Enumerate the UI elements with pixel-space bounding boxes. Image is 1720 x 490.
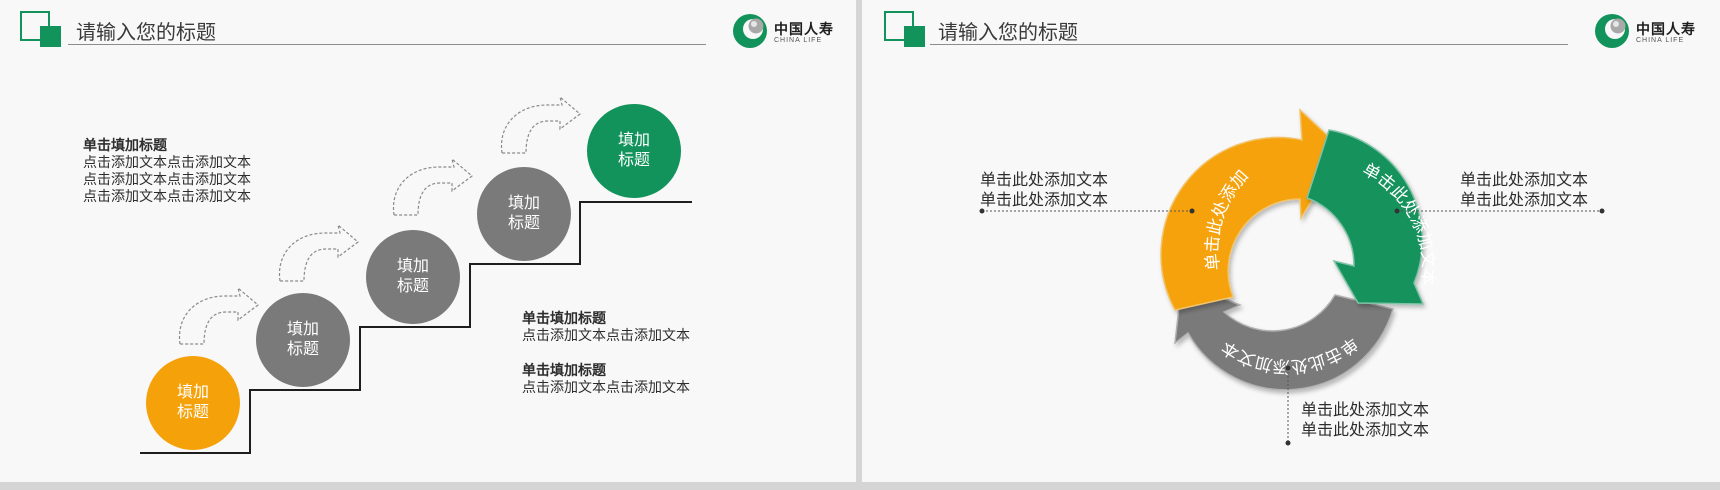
top-text-line: 点击添加文本点击添加文本 — [83, 188, 251, 204]
step-circle-1[interactable]: 填加 标题 — [146, 356, 240, 450]
bottom-text-line: 点击添加文本点击添加文本 — [522, 327, 690, 343]
callout-leaders — [982, 210, 1602, 443]
step-label-line1: 填加 — [507, 195, 540, 212]
orange-cycle-arrow — [1160, 108, 1344, 311]
callout-line: 单击此处添加文本 — [1301, 402, 1430, 419]
step-label-line1: 填加 — [176, 384, 209, 401]
bottom-text-line: 点击添加文本点击添加文本 — [522, 379, 690, 395]
dashed-arrow-icon — [500, 95, 581, 154]
step-label-line2: 标题 — [286, 341, 319, 358]
callout-line: 单击此处添加文本 — [1460, 172, 1589, 189]
step-circle-4[interactable]: 填加 标题 — [477, 167, 571, 261]
dashed-arrow-icon — [178, 286, 259, 345]
step-circle-3[interactable]: 填加 标题 — [366, 230, 460, 324]
bottom-text-title: 单击填加标题 — [522, 310, 606, 326]
callout-bottom[interactable]: 单击此处添加文本 单击此处添加文本 — [1301, 401, 1429, 441]
callout-line: 单击此处添加文本 — [980, 172, 1109, 189]
cycle-diagram: 单击此处添加文本 单击此处添加文本 单击此处添加文本 — [862, 0, 1605, 446]
bottom-text-block-2[interactable]: 单击填加标题 点击添加文本点击添加文本 — [522, 362, 690, 396]
step-label-line1: 填加 — [617, 132, 650, 149]
step-circle-2[interactable]: 填加 标题 — [256, 293, 350, 387]
slide-cycle: 请输入您的标题 中国人寿 CHINA LIFE 单击此处添加文本 — [862, 0, 1720, 482]
top-text-title: 单击填加标题 — [83, 137, 167, 153]
step-label-line1: 填加 — [286, 321, 319, 338]
callout-right[interactable]: 单击此处添加文本 单击此处添加文本 — [1460, 171, 1588, 211]
step-circle-5[interactable]: 填加 标题 — [587, 104, 681, 198]
dashed-arrow-icon — [278, 223, 359, 282]
top-text-block[interactable]: 单击填加标题 点击添加文本点击添加文本 点击添加文本点击添加文本 点击添加文本点… — [83, 137, 251, 205]
step-label-line2: 标题 — [617, 152, 650, 169]
top-text-line: 点击添加文本点击添加文本 — [83, 171, 251, 187]
top-text-line: 点击添加文本点击添加文本 — [83, 154, 251, 170]
bottom-text-title: 单击填加标题 — [522, 362, 606, 378]
callout-line: 单击此处添加文本 — [1301, 422, 1430, 439]
step-label-line2: 标题 — [507, 215, 540, 232]
callout-left[interactable]: 单击此处添加文本 单击此处添加文本 — [980, 171, 1108, 211]
dashed-arrow-icon — [392, 157, 473, 216]
bottom-text-block-1[interactable]: 单击填加标题 点击添加文本点击添加文本 — [522, 310, 690, 344]
callout-line: 单击此处添加文本 — [980, 192, 1109, 209]
slide-staircase: 请输入您的标题 中国人寿 CHINA LIFE 填加 标题 填加 标题 填加 标… — [0, 0, 856, 482]
callout-line: 单击此处添加文本 — [1460, 192, 1589, 209]
step-label-line1: 填加 — [396, 258, 429, 275]
callout-dots — [979, 208, 1605, 446]
step-label-line2: 标题 — [396, 278, 429, 295]
step-label-line2: 标题 — [176, 404, 209, 421]
